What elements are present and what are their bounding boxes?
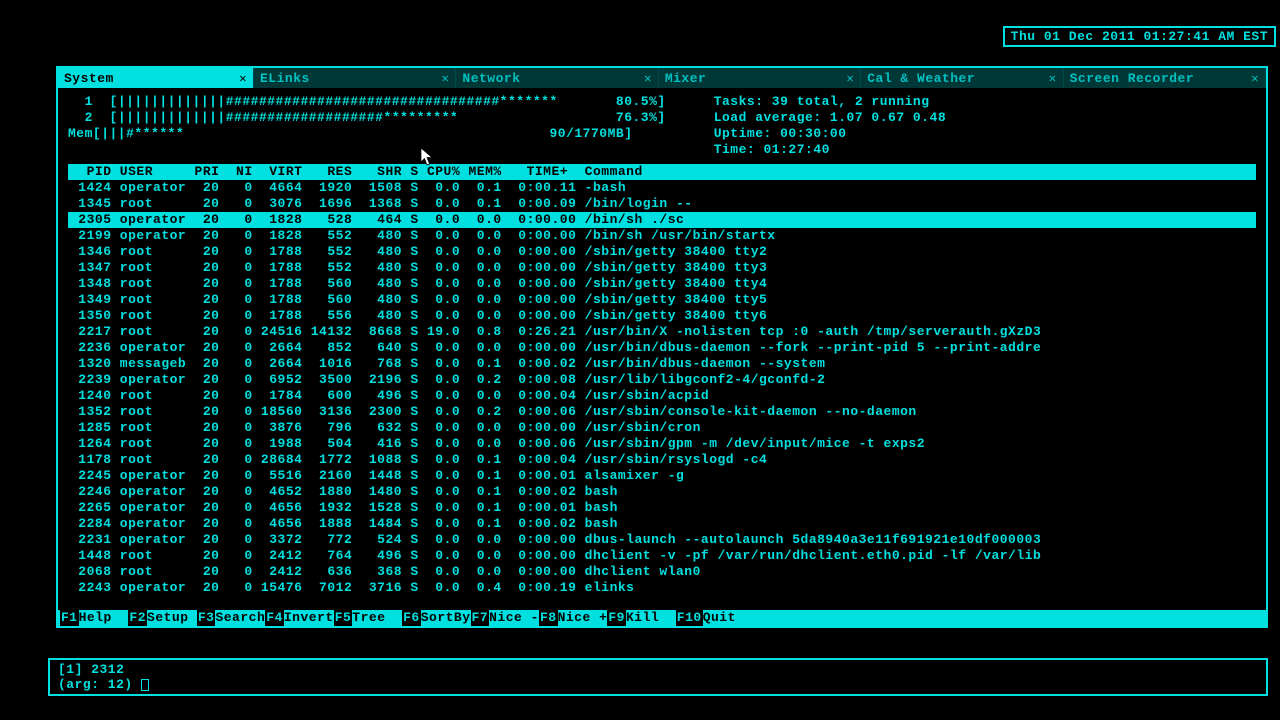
tab-network[interactable]: Network ✕	[456, 68, 658, 88]
process-row[interactable]: 2305 operator 20 0 1828 528 464 S 0.0 0.…	[68, 212, 1256, 228]
process-row[interactable]: 2284 operator 20 0 4656 1888 1484 S 0.0 …	[68, 516, 1256, 532]
process-row[interactable]: 1240 root 20 0 1784 600 496 S 0.0 0.0 0:…	[68, 388, 1256, 404]
clock-panel: Thu 01 Dec 2011 01:27:41 AM EST	[1003, 26, 1276, 47]
fkey-action[interactable]: Tree	[352, 610, 402, 626]
process-row[interactable]: 1424 operator 20 0 4664 1920 1508 S 0.0 …	[68, 180, 1256, 196]
tab-label: Network	[462, 71, 520, 86]
tab-cal-weather[interactable]: Cal & Weather ✕	[861, 68, 1063, 88]
process-row[interactable]: 2243 operator 20 0 15476 7012 3716 S 0.0…	[68, 580, 1256, 596]
fkey-f7: F7	[471, 610, 490, 626]
tab-system[interactable]: System ✕	[58, 68, 254, 88]
fkey-action[interactable]: Invert	[284, 610, 334, 626]
tab-label: Cal & Weather	[867, 71, 975, 86]
fkey-f1: F1	[60, 610, 79, 626]
process-row[interactable]: 2231 operator 20 0 3372 772 524 S 0.0 0.…	[68, 532, 1256, 548]
close-icon[interactable]: ✕	[442, 71, 450, 86]
column-headers[interactable]: PID USER PRI NI VIRT RES SHR S CPU% MEM%…	[68, 164, 1256, 180]
fkey-f5: F5	[334, 610, 353, 626]
htop-content[interactable]: 1 [|||||||||||||########################…	[58, 88, 1266, 610]
tab-bar: System✕ELinks✕Network✕Mixer✕Cal & Weathe…	[58, 68, 1266, 88]
fkey-action[interactable]: SortBy	[421, 610, 471, 626]
close-icon[interactable]: ✕	[846, 71, 854, 86]
process-row[interactable]: 2217 root 20 0 24516 14132 8668 S 19.0 0…	[68, 324, 1256, 340]
close-icon[interactable]: ✕	[644, 71, 652, 86]
process-row[interactable]: 2246 operator 20 0 4652 1880 1480 S 0.0 …	[68, 484, 1256, 500]
cursor-icon	[141, 679, 149, 691]
process-row[interactable]: 1264 root 20 0 1988 504 416 S 0.0 0.0 0:…	[68, 436, 1256, 452]
process-row[interactable]: 2239 operator 20 0 6952 3500 2196 S 0.0 …	[68, 372, 1256, 388]
fkey-f4: F4	[265, 610, 284, 626]
fkey-f2: F2	[128, 610, 147, 626]
fkey-f8: F8	[539, 610, 558, 626]
fkey-f9: F9	[607, 610, 626, 626]
tab-label: Mixer	[665, 71, 707, 86]
htop-window: System✕ELinks✕Network✕Mixer✕Cal & Weathe…	[56, 66, 1268, 628]
close-icon[interactable]: ✕	[1049, 71, 1057, 86]
process-row[interactable]: 2236 operator 20 0 2664 852 640 S 0.0 0.…	[68, 340, 1256, 356]
process-row[interactable]: 1349 root 20 0 1788 560 480 S 0.0 0.0 0:…	[68, 292, 1256, 308]
process-row[interactable]: 2199 operator 20 0 1828 552 480 S 0.0 0.…	[68, 228, 1256, 244]
tab-screen-recorder[interactable]: Screen Recorder ✕	[1064, 68, 1266, 88]
fkey-f3: F3	[197, 610, 216, 626]
process-row[interactable]: 2068 root 20 0 2412 636 368 S 0.0 0.0 0:…	[68, 564, 1256, 580]
process-row[interactable]: 1320 messageb 20 0 2664 1016 768 S 0.0 0…	[68, 356, 1256, 372]
fkey-f6: F6	[402, 610, 421, 626]
process-row[interactable]: 2245 operator 20 0 5516 2160 1448 S 0.0 …	[68, 468, 1256, 484]
process-row[interactable]: 1350 root 20 0 1788 556 480 S 0.0 0.0 0:…	[68, 308, 1256, 324]
process-row[interactable]: 1348 root 20 0 1788 560 480 S 0.0 0.0 0:…	[68, 276, 1256, 292]
fkey-action[interactable]: Quit	[703, 610, 753, 626]
tab-label: Screen Recorder	[1070, 71, 1195, 86]
shell-prompt[interactable]: [1] 2312 (arg: 12)	[48, 658, 1268, 696]
close-icon[interactable]: ✕	[239, 71, 247, 86]
process-row[interactable]: 1178 root 20 0 28684 1772 1088 S 0.0 0.1…	[68, 452, 1256, 468]
process-row[interactable]: 1285 root 20 0 3876 796 632 S 0.0 0.0 0:…	[68, 420, 1256, 436]
fkey-action[interactable]: Setup	[147, 610, 197, 626]
tab-label: ELinks	[260, 71, 310, 86]
tab-label: System	[64, 71, 114, 86]
meter-area: 1 [|||||||||||||########################…	[68, 94, 1256, 158]
fkey-action[interactable]: Kill	[626, 610, 676, 626]
fkey-action[interactable]: Nice -	[489, 610, 539, 626]
fkey-action[interactable]: Nice +	[558, 610, 608, 626]
fkey-action[interactable]: Search	[215, 610, 265, 626]
process-row[interactable]: 1345 root 20 0 3076 1696 1368 S 0.0 0.1 …	[68, 196, 1256, 212]
process-row[interactable]: 1352 root 20 0 18560 3136 2300 S 0.0 0.2…	[68, 404, 1256, 420]
summary-meters: Tasks: 39 total, 2 running Load average:…	[714, 94, 946, 158]
tab-mixer[interactable]: Mixer ✕	[659, 68, 861, 88]
fkey-footer[interactable]: F1Help F2Setup F3SearchF4InvertF5Tree F6…	[58, 610, 1266, 626]
cpu-meters: 1 [|||||||||||||########################…	[68, 94, 666, 158]
process-row[interactable]: 1448 root 20 0 2412 764 496 S 0.0 0.0 0:…	[68, 548, 1256, 564]
process-row[interactable]: 1347 root 20 0 1788 552 480 S 0.0 0.0 0:…	[68, 260, 1256, 276]
close-icon[interactable]: ✕	[1251, 71, 1259, 86]
fkey-action[interactable]: Help	[79, 610, 129, 626]
process-row[interactable]: 1346 root 20 0 1788 552 480 S 0.0 0.0 0:…	[68, 244, 1256, 260]
process-table[interactable]: 1424 operator 20 0 4664 1920 1508 S 0.0 …	[68, 180, 1256, 610]
tab-elinks[interactable]: ELinks ✕	[254, 68, 456, 88]
process-row[interactable]: 2265 operator 20 0 4656 1932 1528 S 0.0 …	[68, 500, 1256, 516]
fkey-f10: F10	[676, 610, 703, 626]
